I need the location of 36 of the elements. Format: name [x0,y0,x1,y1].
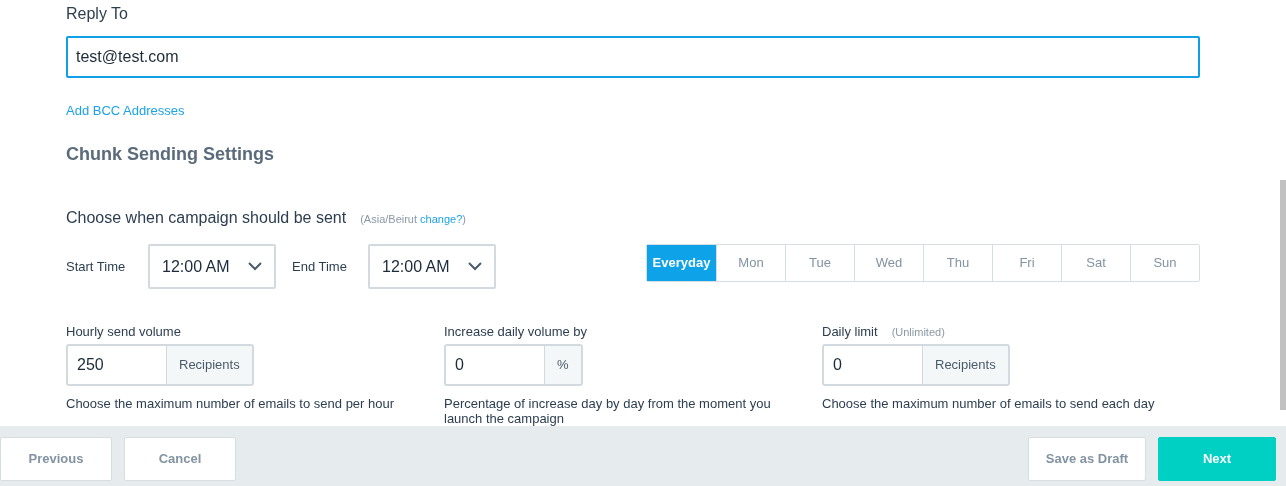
add-bcc-link[interactable]: Add BCC Addresses [66,103,185,118]
next-button[interactable]: Next [1158,437,1276,481]
day-toggle[interactable]: Sun [1130,244,1199,281]
help-text: Percentage of increase day by day from the moment you launch the campaign [444,396,772,426]
unit-addon: Recipients [166,346,252,384]
field-label: Daily limit [822,323,878,341]
number-input-group[interactable]: 0 % [444,344,583,386]
footer-button[interactable]: Cancel [124,437,236,481]
section-heading: Chunk Sending Settings [66,143,275,166]
help-text: Choose the maximum number of emails to send per hour [66,396,396,411]
number-input-group[interactable]: 0 Recipients [822,344,1010,386]
footer-button[interactable]: Previous [0,437,112,481]
number-value: 250 [76,355,105,375]
chevron-down-icon [248,262,262,271]
start-time-select[interactable]: 12:00 AM [148,244,276,289]
chevron-down-icon [468,262,482,271]
end-time-select[interactable]: 12:00 AM [368,244,496,289]
save-draft-button[interactable]: Save as Draft [1028,437,1146,481]
field-label: Hourly send volume [66,323,181,341]
start-time-label: Start Time [66,257,127,276]
unit-addon: % [544,346,581,384]
reply-to-field[interactable]: test@test.com [66,36,1200,78]
timezone-note: (Asia/Beirut change?) [360,212,466,227]
schedule-label: Choose when campaign should be sent [66,208,347,228]
number-input-group[interactable]: 250 Recipients [66,344,254,386]
change-link[interactable]: change? [420,213,463,225]
field-label: Reply To [66,4,129,24]
unlimited-note: (Unlimited) [891,325,945,340]
unit-addon: Recipients [922,346,1008,384]
day-toggle[interactable]: Everyday [647,244,716,281]
end-time-label: End Time [292,257,348,276]
help-text: Choose the maximum number of emails to send each day [822,396,1156,411]
number-value: 0 [832,355,843,375]
number-value: 0 [454,355,465,375]
field-label: Increase daily volume by [444,323,588,341]
scrollbar-thumb[interactable] [1280,180,1286,410]
